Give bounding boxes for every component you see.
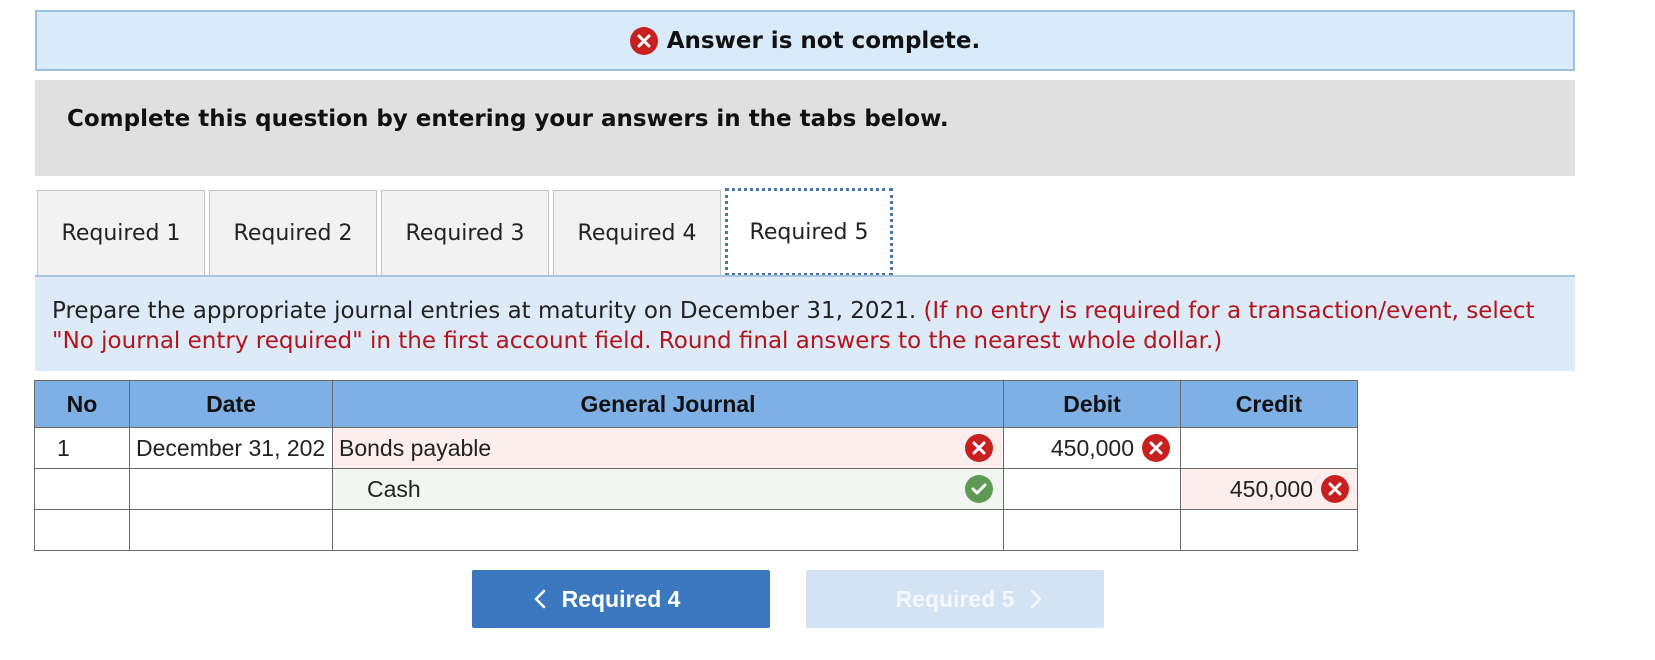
account-select[interactable]: Bonds payable xyxy=(332,427,1004,469)
account-value: Cash xyxy=(367,475,421,502)
table-row: 1 December 31, 202 Bonds payable 450,000 xyxy=(34,427,1358,469)
prompt-text: Prepare the appropriate journal entries … xyxy=(52,298,917,324)
account-select[interactable] xyxy=(332,509,1004,551)
credit-input[interactable] xyxy=(1180,509,1358,551)
chevron-left-icon xyxy=(534,589,546,609)
header-no: No xyxy=(34,380,130,428)
tab-required-2[interactable]: Required 2 xyxy=(209,190,377,276)
tab-required-4[interactable]: Required 4 xyxy=(553,190,721,276)
tab-bar: Required 1 Required 2 Required 3 Require… xyxy=(37,188,897,276)
header-debit: Debit xyxy=(1003,380,1181,428)
header-date: Date xyxy=(129,380,333,428)
instructions-text: Complete this question by entering your … xyxy=(67,106,949,132)
debit-value: 450,000 xyxy=(1050,434,1134,461)
incorrect-x-icon xyxy=(1321,475,1349,503)
debit-input[interactable]: 450,000 xyxy=(1003,427,1181,469)
credit-input[interactable] xyxy=(1180,427,1358,469)
journal-table: No Date General Journal Debit Credit 1 D… xyxy=(34,380,1358,551)
question-prompt: Prepare the appropriate journal entries … xyxy=(35,277,1575,371)
header-credit: Credit xyxy=(1180,380,1358,428)
prev-required-button[interactable]: Required 4 xyxy=(472,570,770,628)
credit-input[interactable]: 450,000 xyxy=(1180,468,1358,510)
date-select[interactable] xyxy=(129,468,333,510)
date-select[interactable]: December 31, 202 xyxy=(129,427,333,469)
next-button-label: Required 5 xyxy=(895,585,1015,612)
tab-required-1[interactable]: Required 1 xyxy=(37,190,205,276)
table-row xyxy=(34,509,1358,551)
prev-button-label: Required 4 xyxy=(561,585,681,612)
row-number: 1 xyxy=(34,427,130,469)
table-row: Cash 450,000 xyxy=(34,468,1358,510)
tab-required-5[interactable]: Required 5 xyxy=(725,188,893,276)
header-general-journal: General Journal xyxy=(332,380,1004,428)
incorrect-x-icon xyxy=(1142,434,1170,462)
chevron-right-icon xyxy=(1030,589,1042,609)
error-x-icon xyxy=(629,26,658,55)
date-select[interactable] xyxy=(129,509,333,551)
account-select[interactable]: Cash xyxy=(332,468,1004,510)
debit-input[interactable] xyxy=(1003,509,1181,551)
debit-input[interactable] xyxy=(1003,468,1181,510)
status-text: Answer is not complete. xyxy=(666,27,981,54)
status-banner: Answer is not complete. xyxy=(35,10,1575,71)
tab-required-3[interactable]: Required 3 xyxy=(381,190,549,276)
journal-header-row: No Date General Journal Debit Credit xyxy=(34,380,1358,428)
account-value: Bonds payable xyxy=(339,434,492,461)
instructions-panel: Complete this question by entering your … xyxy=(35,80,1575,176)
incorrect-x-icon xyxy=(965,434,993,462)
correct-check-icon xyxy=(965,475,993,503)
credit-value: 450,000 xyxy=(1229,475,1313,502)
row-number xyxy=(34,468,130,510)
next-required-button: Required 5 xyxy=(806,570,1104,628)
row-number xyxy=(34,509,130,551)
